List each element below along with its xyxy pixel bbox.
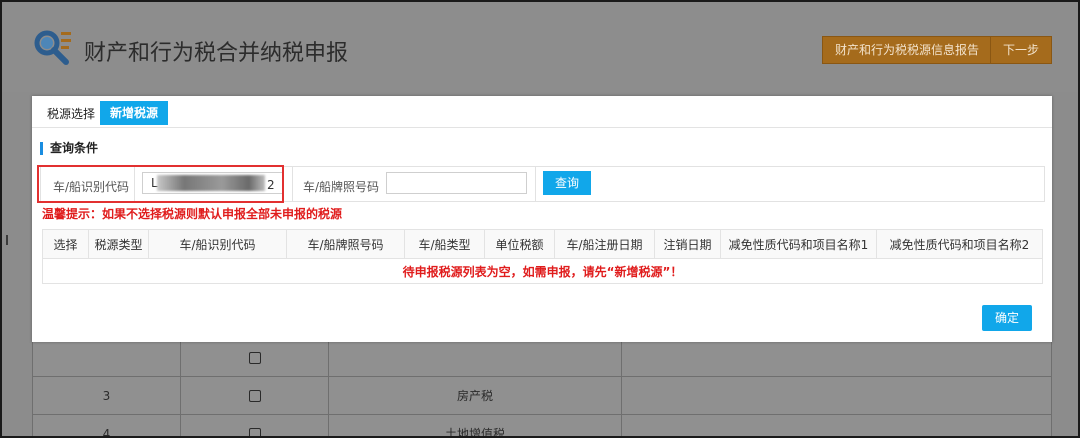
row-checkbox-cell[interactable] (180, 414, 329, 436)
query-section-title: 查询条件 (40, 142, 98, 155)
left-edge-marker (6, 235, 8, 245)
row-extra (621, 376, 1052, 415)
row-checkbox-cell[interactable] (180, 338, 329, 377)
tax-source-table: 选择 税源类型 车/船识别代码 车/船牌照号码 车/船类型 单位税额 车/船注册… (42, 229, 1043, 284)
confirm-button[interactable]: 确定 (982, 305, 1032, 331)
row-number: 4 (32, 414, 181, 436)
row-checkbox[interactable] (248, 352, 261, 364)
tab-tax-source-select[interactable]: 税源选择 (47, 105, 95, 122)
col-cancel-date: 注销日期 (654, 229, 721, 259)
col-vehicle-type: 车/船类型 (404, 229, 485, 259)
col-relief-1: 减免性质代码和项目名称1 (720, 229, 877, 259)
table-row (32, 338, 1052, 377)
divider (292, 167, 293, 201)
col-vin: 车/船识别代码 (148, 229, 287, 259)
col-source-type: 税源类型 (88, 229, 149, 259)
col-unit-tax: 单位税额 (484, 229, 555, 259)
empty-row: 待申报税源列表为空，如需申报，请先“新增税源”！ (42, 258, 1043, 284)
warning-tip: 温馨提示：如果不选择税源则默认申报全部未申报的税源 (42, 207, 343, 221)
screenshot-frame: 财产和行为税合并纳税申报 财产和行为税税源信息报告 下一步 3 房产税 4 土地… (0, 0, 1080, 438)
divider (535, 167, 536, 201)
row-tax-name: 房产税 (328, 376, 622, 415)
row-tax-name: 土地增值税 (328, 414, 622, 436)
row-extra (621, 414, 1052, 436)
page-title: 财产和行为税合并纳税申报 (84, 41, 349, 66)
table-row: 4 土地增值税 (32, 414, 1052, 436)
next-step-button[interactable]: 下一步 (990, 36, 1052, 64)
page-header: 财产和行为税合并纳税申报 财产和行为税税源信息报告 下一步 (2, 2, 1078, 92)
col-select: 选择 (42, 229, 89, 259)
row-checkbox-cell[interactable] (180, 376, 329, 415)
tax-source-report-button[interactable]: 财产和行为税税源信息报告 (822, 36, 993, 64)
search-list-icon (34, 30, 71, 65)
query-button[interactable]: 查询 (543, 171, 591, 195)
query-conditions: 车/船识别代码 L 2 车/船牌照号码 查询 (37, 165, 1045, 203)
modal-tabs: 税源选择 新增税源 (32, 96, 1052, 128)
row-tax-name (328, 338, 622, 377)
row-extra (621, 338, 1052, 377)
add-tax-source-modal: 税源选择 新增税源 查询条件 车/船识别代码 L 2 车/船牌照号码 查询 温馨… (32, 96, 1052, 342)
plate-input[interactable] (386, 172, 527, 194)
background-tax-table: 3 房产税 4 土地增值税 (32, 338, 1052, 436)
row-checkbox[interactable] (248, 390, 261, 402)
row-checkbox[interactable] (248, 428, 261, 436)
row-number: 3 (32, 376, 181, 415)
tab-add-tax-source[interactable]: 新增税源 (100, 101, 169, 125)
empty-message: 待申报税源列表为空，如需申报，请先“新增税源”！ (42, 258, 1043, 284)
col-register-date: 车/船注册日期 (554, 229, 655, 259)
col-plate: 车/船牌照号码 (286, 229, 405, 259)
row-number (32, 338, 181, 377)
col-relief-2: 减免性质代码和项目名称2 (876, 229, 1043, 259)
vin-highlight-frame (37, 165, 284, 203)
plate-label: 车/船牌照号码 (303, 180, 380, 194)
table-header-row: 选择 税源类型 车/船识别代码 车/船牌照号码 车/船类型 单位税额 车/船注册… (42, 229, 1043, 259)
table-row: 3 房产税 (32, 376, 1052, 415)
